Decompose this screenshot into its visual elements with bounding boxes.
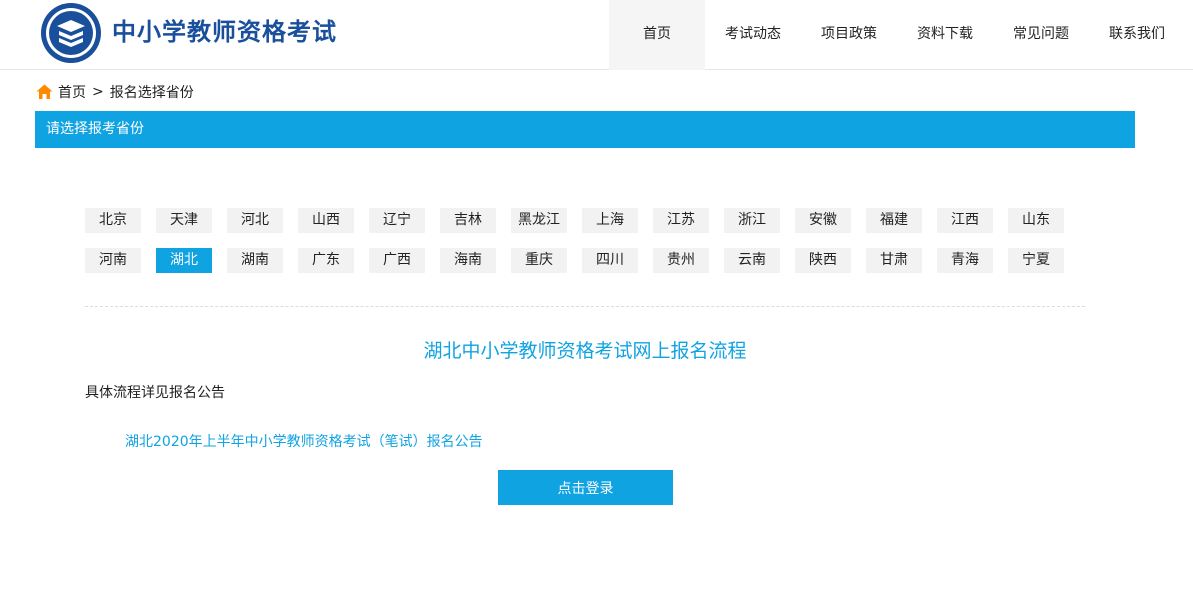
province-button[interactable]: 重庆	[511, 248, 567, 273]
province-button[interactable]: 河北	[227, 208, 283, 233]
province-button[interactable]: 黑龙江	[511, 208, 567, 233]
site-header: 中小学教师资格考试 首页 考试动态 项目政策 资料下载 常见问题 联系我们	[0, 0, 1193, 70]
province-button[interactable]: 四川	[582, 248, 638, 273]
login-button[interactable]: 点击登录	[498, 470, 673, 505]
registration-notice-link[interactable]: 湖北2020年上半年中小学教师资格考试（笔试）报名公告	[125, 432, 483, 452]
province-button[interactable]: 湖南	[227, 248, 283, 273]
province-button[interactable]: 山西	[298, 208, 354, 233]
nav-item-faq[interactable]: 常见问题	[993, 0, 1089, 70]
flow-description: 具体流程详见报名公告	[85, 385, 225, 401]
province-button[interactable]: 贵州	[653, 248, 709, 273]
province-button[interactable]: 吉林	[440, 208, 496, 233]
province-button[interactable]: 云南	[724, 248, 780, 273]
province-button[interactable]: 广西	[369, 248, 425, 273]
province-button[interactable]: 辽宁	[369, 208, 425, 233]
nav-item-home[interactable]: 首页	[609, 0, 705, 70]
province-button[interactable]: 福建	[866, 208, 922, 233]
nav-item-downloads[interactable]: 资料下载	[897, 0, 993, 70]
province-button[interactable]: 安徽	[795, 208, 851, 233]
breadcrumb: 首页 > 报名选择省份	[36, 82, 194, 102]
province-button[interactable]: 上海	[582, 208, 638, 233]
province-button[interactable]: 山东	[1008, 208, 1064, 233]
nav-item-exam-news[interactable]: 考试动态	[705, 0, 801, 70]
province-button[interactable]: 河南	[85, 248, 141, 273]
province-button-selected[interactable]: 湖北	[156, 248, 212, 273]
province-button[interactable]: 江苏	[653, 208, 709, 233]
province-row: 河南 湖北 湖南 广东 广西 海南 重庆 四川 贵州 云南 陕西 甘肃 青海 宁…	[85, 248, 1085, 273]
province-button[interactable]: 广东	[298, 248, 354, 273]
province-button[interactable]: 江西	[937, 208, 993, 233]
nav-item-policy[interactable]: 项目政策	[801, 0, 897, 70]
breadcrumb-home-link[interactable]: 首页	[58, 82, 86, 102]
province-button[interactable]: 海南	[440, 248, 496, 273]
province-button[interactable]: 天津	[156, 208, 212, 233]
province-button[interactable]: 宁夏	[1008, 248, 1064, 273]
breadcrumb-current: 报名选择省份	[109, 85, 194, 101]
breadcrumb-separator: >	[92, 84, 104, 100]
logo-emblem-icon[interactable]	[40, 2, 102, 64]
site-title[interactable]: 中小学教师资格考试	[112, 16, 337, 48]
province-button[interactable]: 浙江	[724, 208, 780, 233]
province-grid: 北京 天津 河北 山西 辽宁 吉林 黑龙江 上海 江苏 浙江 安徽 福建 江西 …	[85, 208, 1085, 288]
province-button[interactable]: 北京	[85, 208, 141, 233]
main-nav: 首页 考试动态 项目政策 资料下载 常见问题 联系我们	[609, 0, 1185, 70]
province-button[interactable]: 青海	[937, 248, 993, 273]
nav-item-contact[interactable]: 联系我们	[1089, 0, 1185, 70]
dashed-divider	[85, 306, 1085, 307]
section-title-bar: 请选择报考省份	[35, 111, 1135, 148]
province-button[interactable]: 陕西	[795, 248, 851, 273]
province-row: 北京 天津 河北 山西 辽宁 吉林 黑龙江 上海 江苏 浙江 安徽 福建 江西 …	[85, 208, 1085, 233]
home-icon[interactable]	[36, 84, 53, 100]
flow-title: 湖北中小学教师资格考试网上报名流程	[423, 340, 747, 362]
province-button[interactable]: 甘肃	[866, 248, 922, 273]
